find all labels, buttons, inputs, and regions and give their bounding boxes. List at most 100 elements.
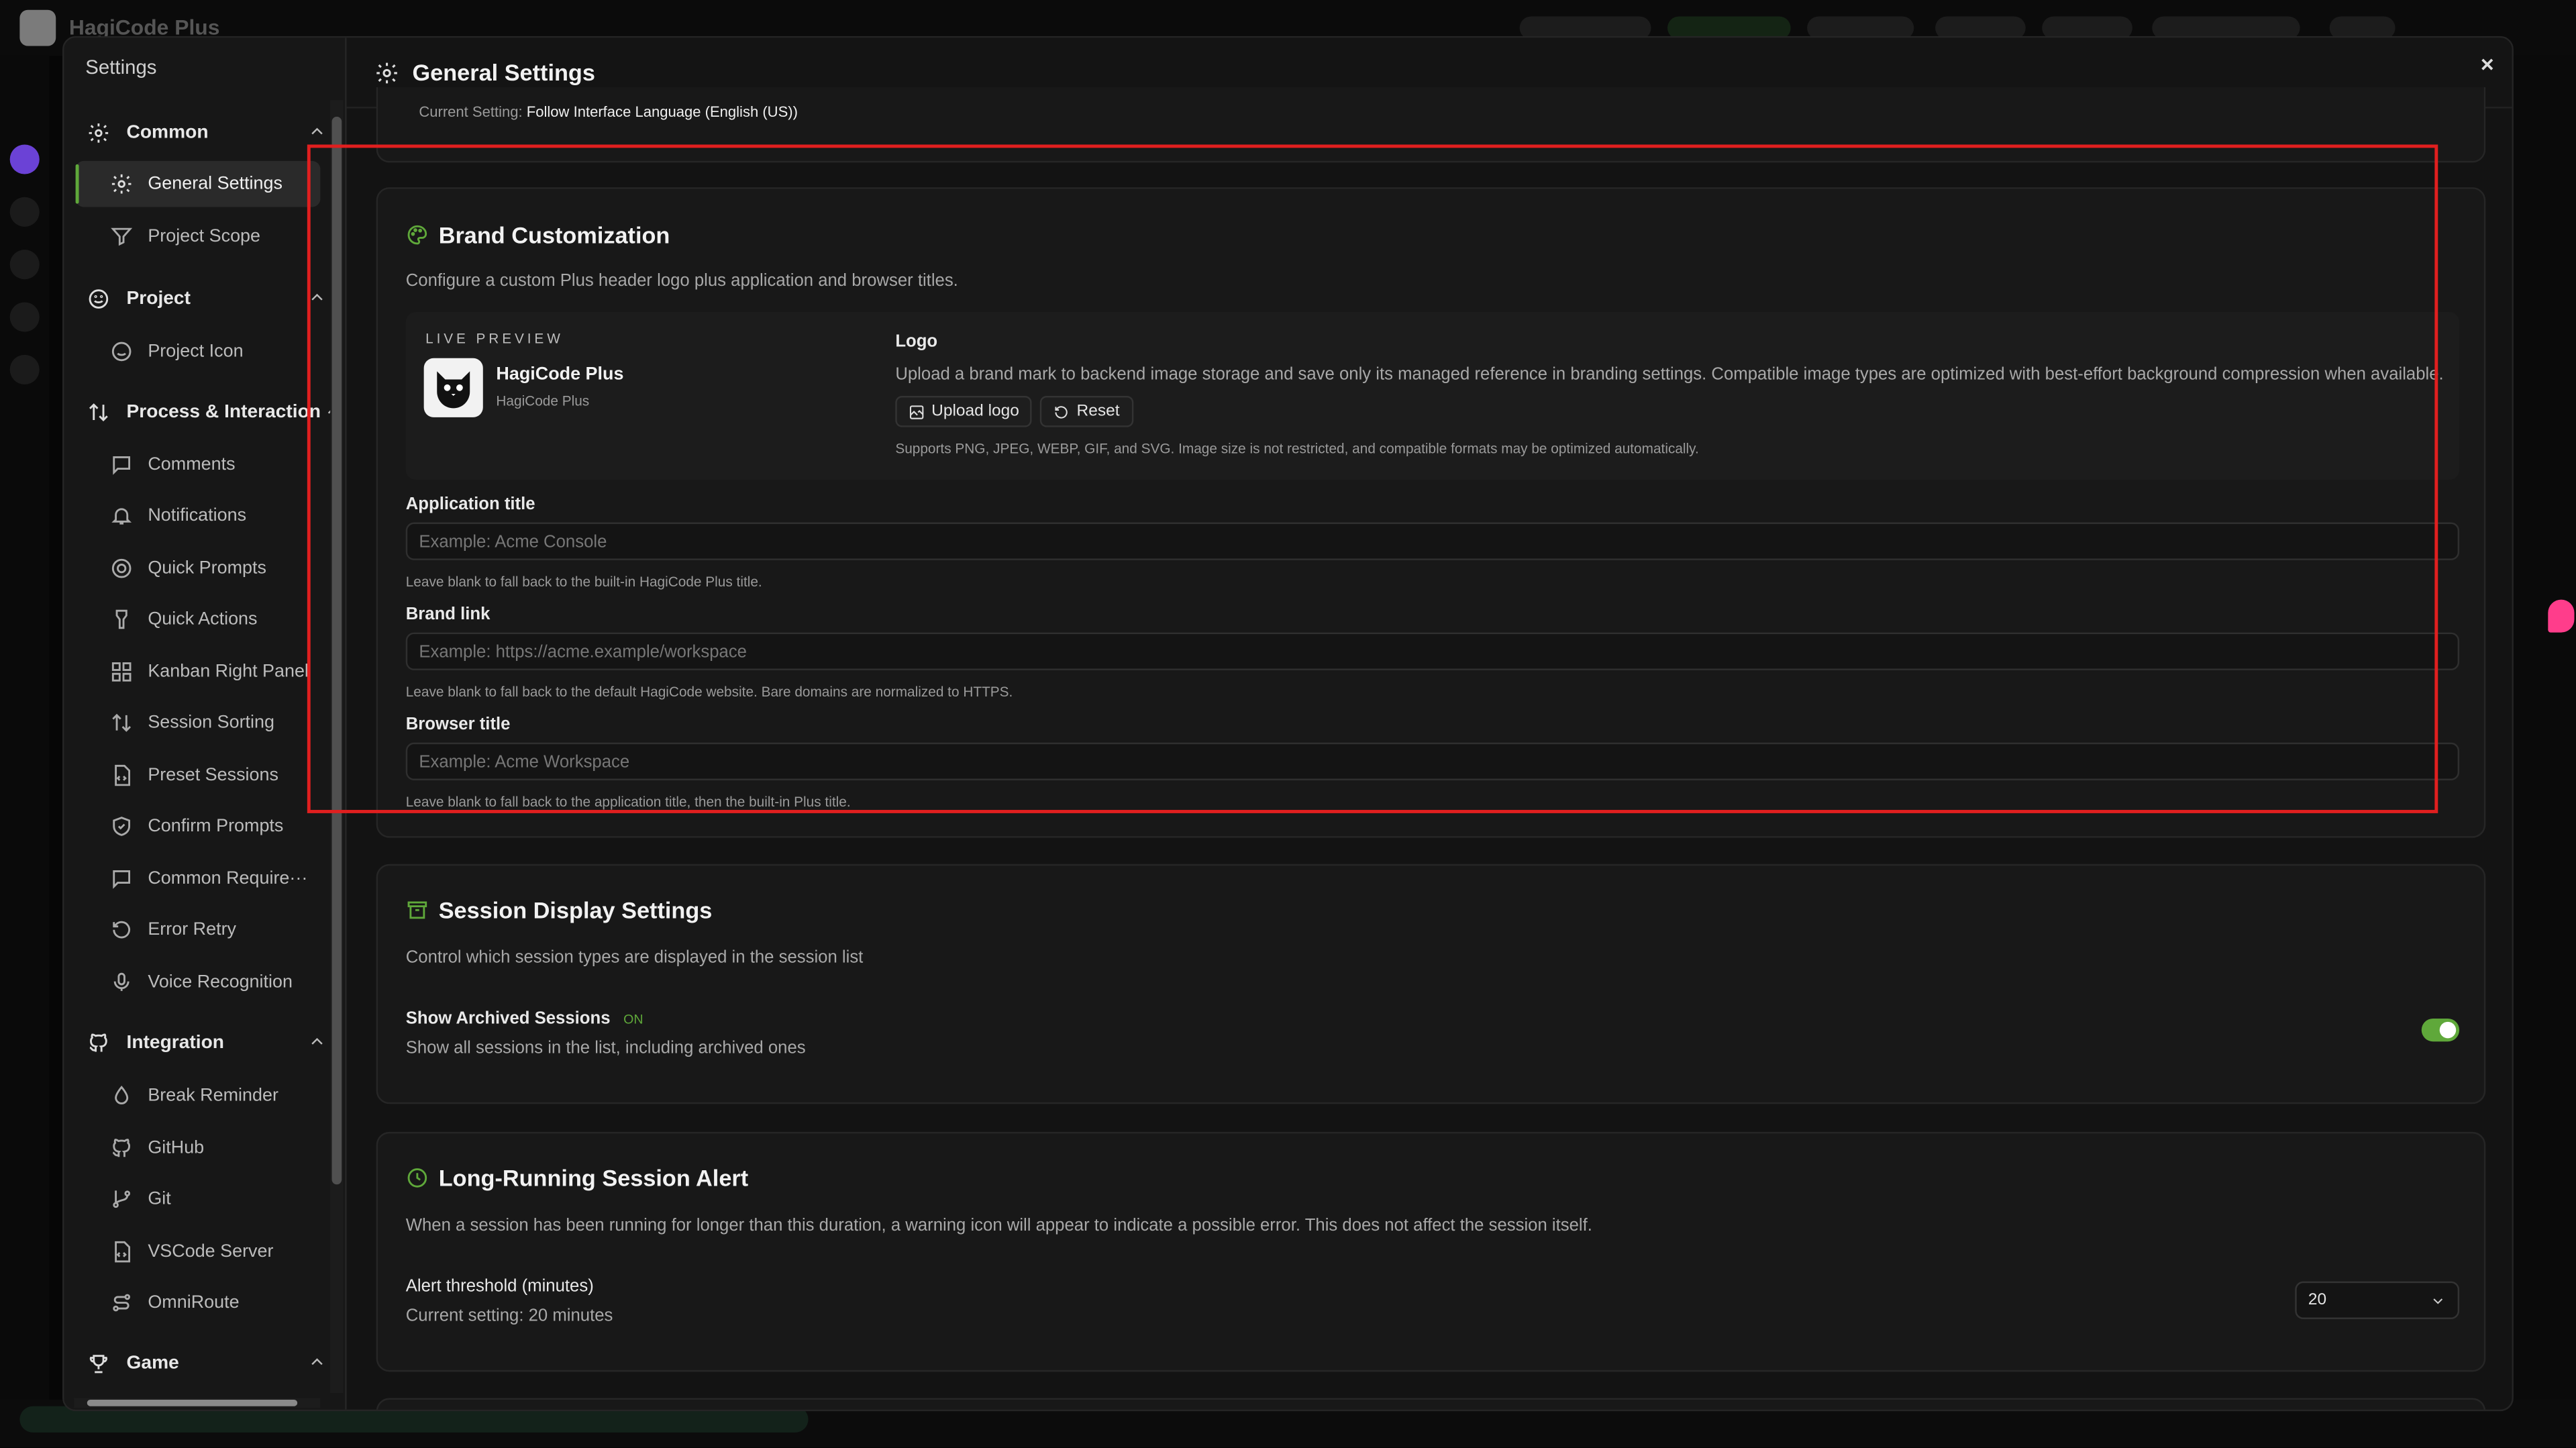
show-archived-label: Show Archived Sessions	[405, 1009, 611, 1029]
clock-icon	[406, 1166, 429, 1189]
sidebar-item-notifications[interactable]: Notifications	[76, 493, 321, 539]
microphone-icon	[110, 971, 133, 994]
sidebar-item-general-settings[interactable]: General Settings	[75, 160, 321, 207]
target-icon	[110, 557, 133, 580]
sidebar-group-label: Project	[126, 289, 191, 309]
sidebar-item-label: Voice Recognition	[148, 972, 293, 992]
smile-icon	[110, 340, 133, 363]
alert-threshold-value: 20	[2308, 1291, 2327, 1310]
sidebar-item-session-sorting[interactable]: Session Sorting	[76, 700, 321, 746]
settings-window-title: Settings	[85, 56, 157, 79]
alert-threshold-label: Alert threshold (minutes)	[405, 1276, 594, 1296]
sidebar-item-project-icon[interactable]: Project Icon	[76, 329, 321, 375]
sidebar-group-integration[interactable]: Integration	[87, 1025, 327, 1062]
gear-icon	[374, 60, 399, 85]
floating-assistant-icon[interactable]	[2548, 599, 2575, 633]
sidebar-group-label: Integration	[126, 1033, 225, 1053]
toggle-state-badge: ON	[623, 1011, 643, 1026]
sidebar-horizontal-scrollbar-thumb[interactable]	[87, 1399, 298, 1406]
long-running-title: Long-Running Session Alert	[406, 1165, 748, 1191]
sidebar-group-game[interactable]: Game	[87, 1345, 327, 1382]
sidebar-horizontal-scrollbar[interactable]	[74, 1398, 321, 1408]
sidebar-item-label: Quick Prompts	[148, 558, 266, 578]
gear-icon	[110, 172, 133, 195]
sidebar-group-process-interaction[interactable]: Process & Interaction	[87, 395, 340, 431]
sidebar-item-vscode-server[interactable]: VSCode Server	[76, 1229, 321, 1275]
background-right-panel	[2513, 56, 2576, 1400]
trophy-icon	[87, 1352, 110, 1375]
sidebar-group-project[interactable]: Project	[87, 281, 327, 317]
chevron-up-icon	[311, 1037, 323, 1045]
sidebar-item-quick-actions[interactable]: Quick Actions	[76, 597, 321, 643]
alert-threshold-current: Current setting: 20 minutes	[405, 1306, 613, 1326]
session-display-description: Control which session types are displaye…	[405, 947, 864, 968]
chevron-up-icon	[311, 1358, 323, 1365]
close-button[interactable]: ×	[2476, 52, 2499, 75]
sidebar-item-break-reminder[interactable]: Break Reminder	[76, 1073, 321, 1119]
alert-threshold-select[interactable]: 20	[2295, 1281, 2460, 1319]
sidebar-item-label: Comments	[148, 455, 236, 475]
rail-avatar	[9, 144, 40, 174]
route-icon	[110, 1291, 133, 1314]
sidebar-item-error-retry[interactable]: Error Retry	[76, 907, 321, 953]
bell-icon	[110, 505, 133, 527]
session-display-title: Session Display Settings	[406, 897, 712, 923]
current-language-setting: Current Setting: Follow Interface Langua…	[419, 103, 798, 119]
app-logo	[19, 9, 56, 46]
sidebar-item-label: Common Require···	[148, 869, 308, 889]
sidebar-item-label: Confirm Prompts	[148, 816, 284, 837]
sidebar-item-label: Session Sorting	[148, 713, 274, 733]
file-code-icon	[110, 764, 133, 786]
sidebar-item-comments[interactable]: Comments	[76, 442, 321, 488]
sidebar-group-label: Game	[126, 1353, 179, 1374]
sidebar-item-label: Error Retry	[148, 920, 237, 940]
sidebar-item-github[interactable]: GitHub	[76, 1125, 321, 1172]
next-settings-card	[376, 1398, 2486, 1410]
sidebar-item-kanban-right-panel[interactable]: Kanban Right Panel	[76, 649, 321, 695]
current-setting-prefix: Current Setting:	[419, 103, 523, 120]
filter-icon	[110, 225, 133, 248]
sidebar-item-label: General Settings	[148, 174, 282, 194]
sidebar-item-label: Break Reminder	[148, 1086, 278, 1106]
gear-icon	[87, 121, 110, 144]
smile-icon	[87, 287, 110, 310]
sidebar-item-common-requirements[interactable]: Common Require···	[76, 856, 321, 902]
page-title: General Settings	[412, 59, 595, 86]
settings-sidebar: Settings Common General Settings Project…	[64, 38, 347, 1410]
shield-check-icon	[110, 815, 133, 837]
comment-icon	[110, 868, 133, 890]
sidebar-group-label: Common	[126, 123, 209, 144]
chevron-up-icon	[311, 127, 323, 135]
sidebar-item-label: VSCode Server	[148, 1241, 274, 1262]
droplet-icon	[110, 1084, 133, 1107]
sidebar-item-label: Git	[148, 1189, 171, 1209]
sidebar-item-voice-recognition[interactable]: Voice Recognition	[76, 960, 321, 1006]
sidebar-item-omniroute[interactable]: OmniRoute	[76, 1280, 321, 1326]
sidebar-item-git[interactable]: Git	[76, 1176, 321, 1223]
brand-customization-highlight	[307, 144, 2438, 813]
sort-arrows-icon	[87, 401, 110, 423]
sidebar-item-label: OmniRoute	[148, 1292, 240, 1313]
rail-avatar	[9, 354, 40, 384]
long-running-description: When a session has been running for long…	[405, 1215, 1592, 1236]
file-code-icon	[110, 1240, 133, 1263]
sidebar-item-quick-prompts[interactable]: Quick Prompts	[76, 546, 321, 592]
sidebar-group-label: Process & Interaction	[126, 402, 321, 423]
sidebar-item-label: Project Scope	[148, 226, 261, 247]
sidebar-item-confirm-prompts[interactable]: Confirm Prompts	[76, 803, 321, 849]
sidebar-item-label: Project Icon	[148, 342, 244, 362]
sidebar-group-common[interactable]: Common	[87, 115, 327, 151]
show-archived-description: Show all sessions in the list, including…	[405, 1038, 806, 1058]
sidebar-item-preset-sessions[interactable]: Preset Sessions	[76, 752, 321, 798]
github-icon	[110, 1137, 133, 1159]
sidebar-item-label: Preset Sessions	[148, 765, 278, 786]
git-branch-icon	[110, 1188, 133, 1210]
sidebar-item-project-scope[interactable]: Project Scope	[76, 213, 321, 260]
session-display-card: Session Display Settings Control which s…	[376, 864, 2486, 1104]
rail-avatar	[9, 250, 40, 280]
sidebar-item-label: GitHub	[148, 1138, 205, 1159]
show-archived-toggle[interactable]	[2421, 1018, 2460, 1042]
rail-avatar	[9, 197, 40, 227]
long-running-title-text: Long-Running Session Alert	[438, 1164, 749, 1192]
retry-icon	[110, 919, 133, 941]
